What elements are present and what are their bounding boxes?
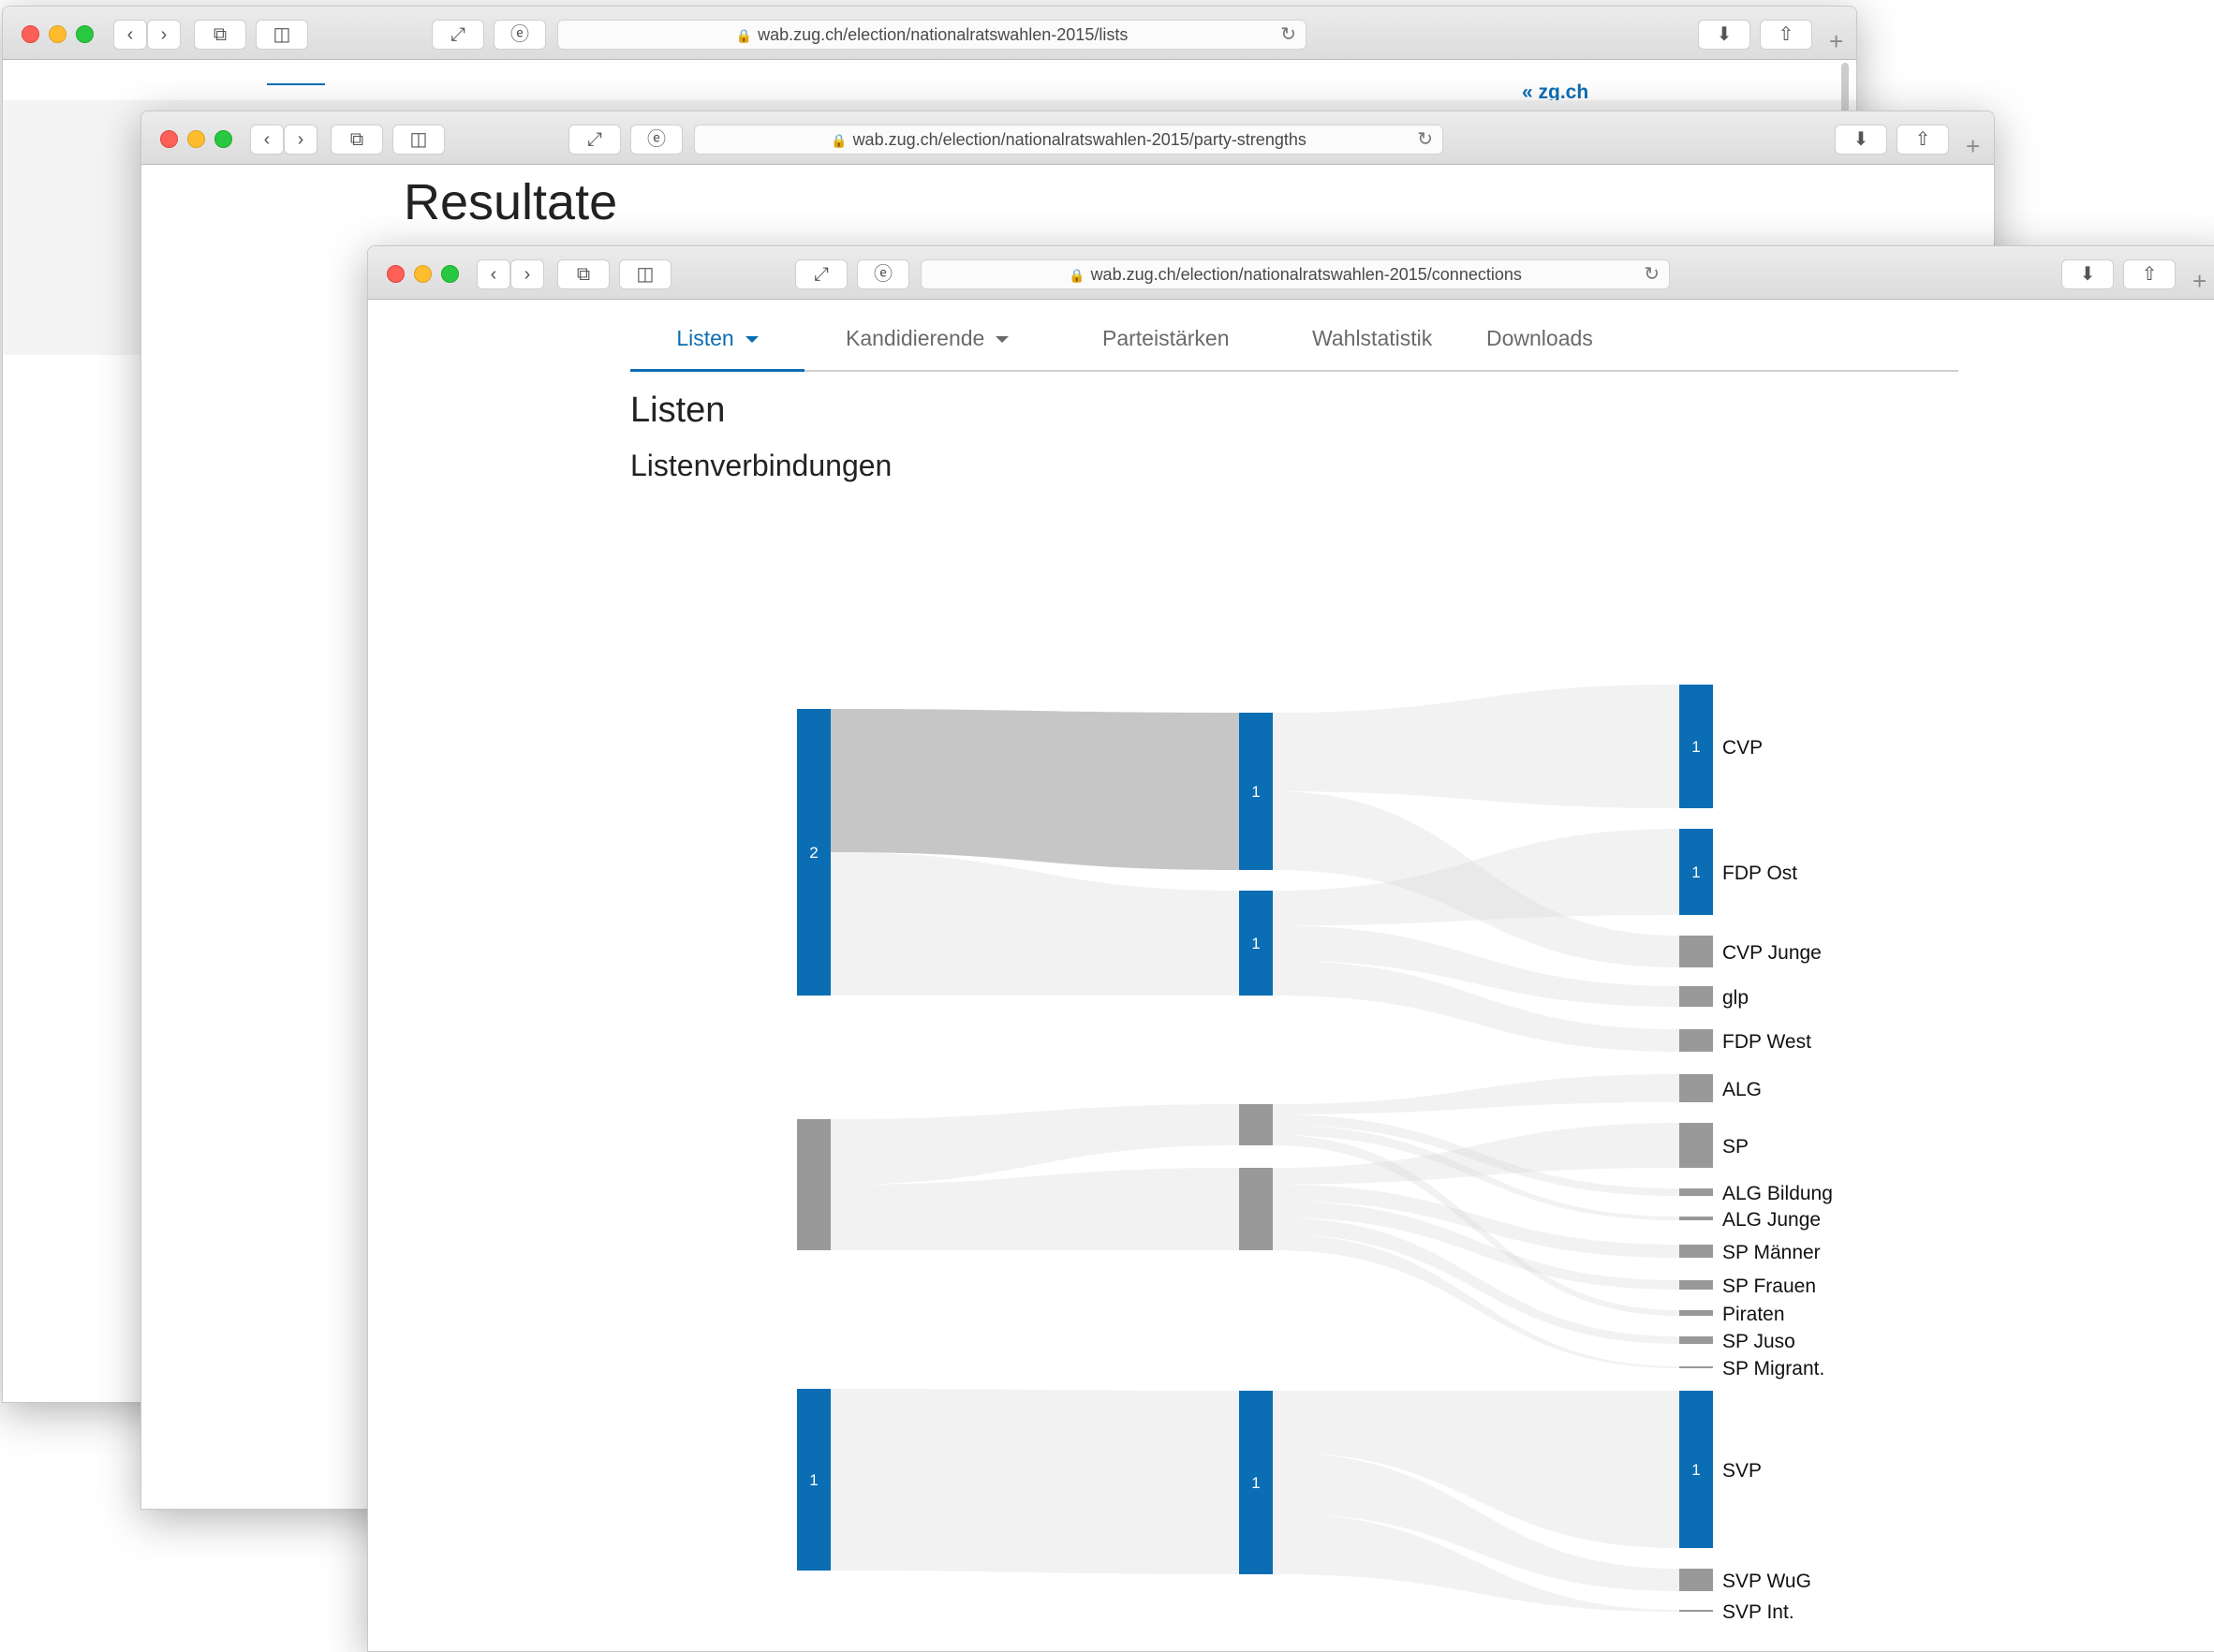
sankey-link-c1-m2 [831, 852, 1239, 996]
sankey-node-spm [1679, 1245, 1713, 1258]
sankey-link-c1-m1 [831, 709, 1239, 870]
sankey-node-c2 [797, 1119, 831, 1250]
close-window-button[interactable] [22, 25, 39, 43]
sankey-party-label: SVP Int. [1722, 1601, 1794, 1623]
sankey-party-label: SP Migrant. [1722, 1358, 1824, 1379]
sankey-party-label: FDP Ost [1722, 863, 1797, 884]
download-icon[interactable]: ⬇ [1835, 125, 1887, 155]
address-bar[interactable]: 🔒 wab.zug.ch/election/nationalratswahlen-… [694, 125, 1443, 155]
sankey-link-c3-m5 [831, 1389, 1239, 1574]
sidebar-icon[interactable]: ◫ [392, 125, 445, 155]
sankey-node-count: 1 [1251, 935, 1260, 952]
password-icon[interactable]: ⓔ [630, 125, 683, 155]
lock-icon: 🔒 [831, 133, 848, 148]
sankey-node-fdpw [1679, 1029, 1713, 1052]
forward-icon[interactable]: › [147, 20, 181, 50]
address-text: wab.zug.ch/election/nationalratswahlen-2… [758, 25, 1129, 44]
sankey-node-spf [1679, 1280, 1713, 1290]
sankey-node-count: 1 [1251, 1474, 1260, 1492]
sankey-node-count: 1 [1691, 863, 1700, 881]
sankey-node-spmi [1679, 1366, 1713, 1368]
sankey-node-svpi [1679, 1610, 1713, 1612]
sankey-party-label: ALG Junge [1722, 1209, 1821, 1231]
sankey-node-count: 1 [1691, 1461, 1700, 1479]
zoom-window-button[interactable] [76, 25, 94, 43]
sankey-node-count: 1 [1691, 738, 1700, 756]
address-bar[interactable]: 🔒 wab.zug.ch/election/nationalratswahlen-… [557, 20, 1306, 50]
sankey-node-count: 2 [809, 844, 818, 862]
sankey-party-label: FDP West [1722, 1031, 1811, 1053]
new-tab-icon[interactable]: + [1966, 132, 1980, 161]
sankey-party-label: ALG [1722, 1079, 1762, 1100]
share-icon[interactable]: ⇧ [1897, 125, 1949, 155]
sankey-link-m3-alg [1273, 1074, 1679, 1114]
window-toolbar: ‹ › ⧉ ◫ ⤢ ⓔ 🔒 wab.zug.ch/election/nationa… [141, 111, 1994, 165]
browser-window-connections[interactable]: ‹ › ⧉ ◫ ⤢ ⓔ 🔒 wab.zug.ch/election/nationa… [367, 245, 2214, 1652]
fullscreen-icon[interactable]: ⤢ [432, 20, 484, 50]
sankey-node-algb [1679, 1188, 1713, 1196]
sankey-node-cvpj [1679, 936, 1713, 967]
sankey-node-sp [1679, 1123, 1713, 1168]
sankey-node-count: 1 [809, 1471, 818, 1489]
sankey-node-algj [1679, 1217, 1713, 1220]
sankey-party-label: CVP [1722, 737, 1763, 759]
tabs-icon[interactable]: ⧉ [194, 20, 246, 50]
fullscreen-icon[interactable]: ⤢ [568, 125, 621, 155]
back-icon[interactable]: ‹ [250, 125, 284, 155]
scrollbar[interactable] [1841, 63, 1849, 117]
canton-logo-line [267, 83, 325, 85]
minimize-window-button[interactable] [49, 25, 66, 43]
sankey-node-pir [1679, 1310, 1713, 1316]
reload-icon[interactable]: ↻ [1280, 21, 1296, 49]
zoom-window-button[interactable] [214, 130, 232, 148]
sankey-party-label: SVP WuG [1722, 1571, 1811, 1592]
sankey-node-spj [1679, 1336, 1713, 1344]
sankey-node-m3 [1239, 1104, 1273, 1145]
sankey-node-alg [1679, 1074, 1713, 1102]
share-icon[interactable]: ⇧ [1760, 20, 1812, 50]
lock-icon: 🔒 [735, 28, 753, 43]
download-icon[interactable]: ⬇ [1698, 20, 1750, 50]
sankey-link-m1-cvp [1273, 685, 1679, 808]
sankey-party-label: SP Frauen [1722, 1276, 1816, 1297]
sankey-party-label: SP [1722, 1136, 1749, 1158]
new-tab-icon[interactable]: + [1829, 27, 1843, 56]
close-window-button[interactable] [160, 130, 178, 148]
minimize-window-button[interactable] [187, 130, 205, 148]
sankey-node-glp [1679, 986, 1713, 1007]
sidebar-icon[interactable]: ◫ [256, 20, 308, 50]
sankey-node-count: 1 [1251, 783, 1260, 801]
sankey-party-label: SP Juso [1722, 1331, 1795, 1352]
forward-icon[interactable]: › [284, 125, 317, 155]
tabs-icon[interactable]: ⧉ [331, 125, 383, 155]
address-text: wab.zug.ch/election/nationalratswahlen-2… [852, 130, 1306, 149]
sankey-party-label: Piraten [1722, 1304, 1785, 1325]
sankey-party-label: glp [1722, 987, 1749, 1009]
sankey-party-label: ALG Bildung [1722, 1183, 1833, 1204]
sankey-node-m4 [1239, 1168, 1273, 1250]
sankey-node-svpw [1679, 1569, 1713, 1591]
reload-icon[interactable]: ↻ [1417, 125, 1433, 154]
window-toolbar: ‹ › ⧉ ◫ ⤢ ⓔ 🔒 wab.zug.ch/election/nationa… [3, 7, 1856, 60]
back-icon[interactable]: ‹ [113, 20, 147, 50]
password-icon[interactable]: ⓔ [494, 20, 546, 50]
page-title: Resultate [404, 174, 618, 230]
sankey-party-label: CVP Junge [1722, 942, 1822, 964]
sankey-chart: 2 1 1 1 1 1 CVP 1 FDP Ost CVP Junge glp FDP West ALG… [797, 685, 1833, 1623]
sankey-party-label: SP Männer [1722, 1242, 1821, 1263]
sankey-party-label: SVP [1722, 1460, 1762, 1482]
